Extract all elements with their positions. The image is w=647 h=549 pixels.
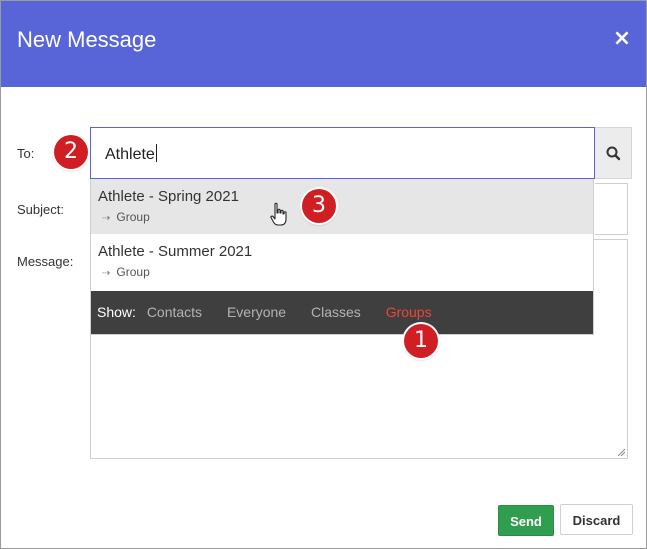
discard-button[interactable]: Discard bbox=[560, 504, 633, 535]
arrow-right-icon: ⇢ bbox=[102, 213, 111, 224]
callout-badge-1: 1 bbox=[404, 324, 438, 358]
filter-contacts[interactable]: Contacts bbox=[147, 304, 202, 320]
subject-input[interactable] bbox=[595, 183, 628, 235]
arrow-right-icon: ⇢ bbox=[102, 268, 111, 279]
dialog-title: New Message bbox=[17, 27, 157, 52]
search-button[interactable] bbox=[595, 127, 632, 179]
hand-pointer-icon bbox=[270, 202, 287, 226]
subject-label: Subject: bbox=[17, 202, 64, 217]
callout-badge-2: 2 bbox=[54, 135, 88, 169]
send-button[interactable]: Send bbox=[498, 505, 554, 536]
new-message-dialog: New Message × To: Subject: Message: Athl… bbox=[0, 0, 647, 549]
suggestion-item[interactable]: Athlete - Summer 2021 ⇢ Group bbox=[91, 234, 593, 289]
resize-grip-icon[interactable] bbox=[617, 448, 625, 456]
filter-classes[interactable]: Classes bbox=[311, 304, 361, 320]
suggestion-type: ⇢ Group bbox=[102, 210, 150, 224]
suggestion-type: ⇢ Group bbox=[102, 265, 150, 279]
filter-groups[interactable]: Groups bbox=[386, 304, 432, 320]
to-input[interactable]: Athlete bbox=[90, 127, 595, 179]
recipient-suggestions: Athlete - Spring 2021 ⇢ Group Athlete - S… bbox=[90, 179, 594, 335]
dialog-header: New Message × bbox=[1, 1, 646, 87]
to-label: To: bbox=[17, 146, 35, 161]
suggestion-title: Athlete - Spring 2021 bbox=[98, 188, 239, 205]
to-input-value: Athlete bbox=[105, 146, 155, 163]
filter-everyone[interactable]: Everyone bbox=[227, 304, 286, 320]
callout-badge-3: 3 bbox=[302, 189, 336, 223]
message-label: Message: bbox=[17, 254, 74, 269]
text-caret bbox=[155, 144, 157, 162]
show-filter-bar: Show: Contacts Everyone Classes Groups bbox=[91, 291, 593, 334]
show-label: Show: bbox=[97, 304, 136, 320]
close-icon[interactable]: × bbox=[612, 27, 632, 51]
suggestion-item[interactable]: Athlete - Spring 2021 ⇢ Group bbox=[91, 179, 593, 234]
magnifier-icon bbox=[606, 146, 621, 161]
suggestion-title: Athlete - Summer 2021 bbox=[98, 243, 253, 260]
